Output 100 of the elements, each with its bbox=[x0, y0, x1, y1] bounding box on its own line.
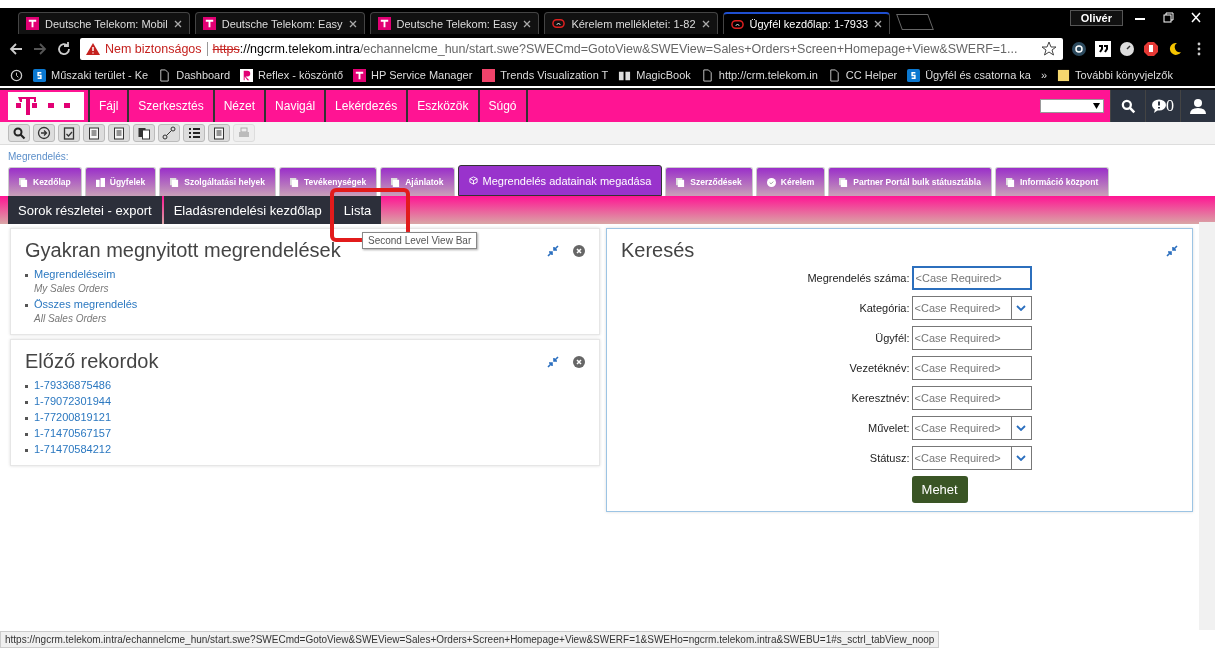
screen-tab[interactable]: Szolgáltatási helyek bbox=[159, 167, 276, 196]
telekom-logo-icon bbox=[353, 68, 366, 82]
screen-tab[interactable]: Kérelem bbox=[755, 167, 826, 196]
view-tab[interactable]: Sorok részletei - export bbox=[8, 196, 162, 224]
check-circle-icon bbox=[766, 177, 776, 187]
stop-hand-icon[interactable] bbox=[1143, 41, 1159, 57]
profile-button[interactable]: Olivér bbox=[1069, 10, 1123, 26]
toolbar-button[interactable] bbox=[33, 124, 55, 142]
breadcrumb: Megrendelés: bbox=[7, 150, 70, 164]
input-field[interactable]: <Case Required> bbox=[911, 356, 1032, 380]
toolbar-button[interactable] bbox=[133, 124, 155, 142]
collapse-icon[interactable] bbox=[547, 355, 559, 368]
bookmark[interactable]: MagicBook bbox=[636, 69, 691, 81]
close-icon[interactable] bbox=[523, 19, 532, 28]
dropdown[interactable] bbox=[1040, 99, 1104, 113]
search-button[interactable] bbox=[1110, 90, 1145, 122]
pages-icon bbox=[676, 177, 686, 187]
close-icon[interactable] bbox=[348, 19, 357, 28]
folder-icon bbox=[1057, 68, 1071, 82]
input-field[interactable]: <Case Required> bbox=[911, 266, 1032, 290]
screen-tab[interactable]: Ügyfelek bbox=[84, 167, 157, 196]
bookmark[interactable]: HP Service Manager bbox=[371, 69, 473, 81]
user-button[interactable] bbox=[1180, 90, 1215, 122]
toolbar-button[interactable] bbox=[108, 124, 130, 142]
history-icon[interactable] bbox=[10, 68, 23, 82]
warning-icon bbox=[86, 43, 100, 55]
link-subtitle: All Sales Orders bbox=[34, 313, 108, 324]
toolbar-button[interactable] bbox=[208, 124, 230, 142]
link[interactable]: Összes megrendelés bbox=[34, 298, 138, 310]
toolbar-button[interactable] bbox=[8, 124, 30, 142]
close-icon[interactable] bbox=[701, 19, 710, 28]
toolbar-button[interactable] bbox=[58, 124, 80, 142]
reload-icon[interactable] bbox=[56, 41, 72, 57]
bookmark[interactable]: Trends Visualization T bbox=[500, 69, 609, 81]
dropdown-field[interactable]: <Case Required> bbox=[911, 296, 1012, 320]
close-icon[interactable] bbox=[874, 20, 883, 28]
record-link[interactable]: 1-79072301944 bbox=[34, 395, 112, 407]
panel-title: Előző rekordok bbox=[25, 350, 159, 373]
close-icon[interactable] bbox=[173, 19, 182, 28]
extension-icon[interactable] bbox=[1071, 41, 1087, 57]
list-icon bbox=[187, 126, 201, 140]
field-label: Művelet: bbox=[866, 422, 910, 434]
view-tab[interactable]: Eladásrendelési kezdőlap bbox=[163, 196, 332, 224]
quote-icon[interactable] bbox=[1095, 41, 1111, 57]
dropdown-field[interactable]: <Case Required> bbox=[911, 416, 1012, 440]
screen-tab[interactable]: Partner Portál bulk státusztábla bbox=[828, 167, 992, 196]
toolbar-button[interactable] bbox=[83, 124, 105, 142]
bookmark[interactable]: Dashboard bbox=[176, 69, 231, 81]
record-link[interactable]: 1-77200819121 bbox=[34, 411, 112, 423]
browser-tab[interactable]: Ügyfél kezdőlap: 1-7933 bbox=[722, 12, 891, 34]
bookmark[interactable]: Műszaki terület - Ke bbox=[51, 69, 149, 81]
toolbar-button[interactable] bbox=[183, 124, 205, 142]
gauge-icon[interactable] bbox=[1119, 41, 1135, 57]
go-button[interactable]: Mehet bbox=[911, 476, 968, 503]
screen-tab[interactable]: Kezdőlap bbox=[8, 167, 82, 196]
screen-tab[interactable]: Ajánlatok bbox=[380, 167, 455, 196]
field-label: Ügyfél: bbox=[874, 332, 910, 344]
notifications-button[interactable]: 0 bbox=[1145, 90, 1180, 122]
moon-icon[interactable] bbox=[1167, 41, 1183, 57]
screen-tab[interactable]: Információ központ bbox=[994, 167, 1110, 196]
collapse-icon[interactable] bbox=[547, 244, 559, 257]
dropdown-button[interactable] bbox=[1011, 416, 1032, 440]
bookmark[interactable]: CC Helper bbox=[845, 69, 898, 81]
more-bookmarks-button[interactable]: » bbox=[1040, 69, 1048, 81]
new-tab-button[interactable] bbox=[896, 14, 935, 30]
sharepoint-icon bbox=[907, 68, 921, 82]
back-icon[interactable] bbox=[8, 41, 24, 57]
input-field[interactable]: <Case Required> bbox=[911, 326, 1032, 350]
panel-title: Gyakran megnyitott megrendelések bbox=[25, 239, 341, 262]
bookmark-folder[interactable]: További könyvjelzők bbox=[1075, 69, 1173, 81]
scrollbar[interactable] bbox=[1199, 222, 1215, 630]
view-tab[interactable]: Lista bbox=[333, 196, 382, 224]
tab-title: Kérelem mellékletei: 1-82 bbox=[571, 17, 696, 30]
link[interactable]: Megrendeléseim bbox=[34, 268, 116, 280]
record-link[interactable]: 1-71470584212 bbox=[34, 443, 112, 455]
browser-tab[interactable]: Deutsche Telekom: Easy bbox=[194, 12, 365, 34]
address-bar[interactable]: Nem biztonságos https://ngcrm.telekom.intra/echannelcme_hun/start.swe?SWECmd=GotoView&SWEView=Sales+Orders+Screen+Homepage+View&SWERF=1... bbox=[80, 38, 1063, 60]
screen-tab[interactable]: Szerződések bbox=[665, 167, 753, 196]
input-field[interactable]: <Case Required> bbox=[911, 386, 1032, 410]
collapse-icon[interactable] bbox=[1166, 244, 1178, 257]
star-icon[interactable] bbox=[1041, 41, 1057, 57]
bookmark[interactable]: Reflex - köszöntő bbox=[258, 69, 343, 81]
dropdown-button[interactable] bbox=[1011, 296, 1032, 320]
screen-tab[interactable]: Megrendelés adatainak megadása bbox=[457, 165, 663, 196]
dropdown-field[interactable]: <Case Required> bbox=[911, 446, 1012, 470]
browser-tab[interactable]: Deutsche Telekom: Easy bbox=[369, 12, 540, 34]
bookmark[interactable]: Ügyfél és csatorna ka bbox=[925, 69, 1031, 81]
square-icon bbox=[482, 68, 496, 82]
record-link[interactable]: 1-79336875486 bbox=[34, 379, 112, 391]
bookmark[interactable]: http://crm.telekom.in bbox=[718, 69, 818, 81]
forward-icon[interactable] bbox=[32, 41, 48, 57]
browser-tab[interactable]: Kérelem mellékletei: 1-82 bbox=[544, 12, 718, 34]
tab-title: Deutsche Telekom: Easy bbox=[221, 17, 343, 30]
page-icon bbox=[827, 68, 841, 82]
sharepoint-icon bbox=[33, 68, 46, 82]
browser-tab[interactable]: Deutsche Telekom: Mobil bbox=[18, 12, 190, 34]
search-icon bbox=[12, 126, 26, 140]
record-link[interactable]: 1-71470567157 bbox=[34, 427, 112, 439]
screen-tab[interactable]: Tevékenységek bbox=[279, 167, 378, 196]
dropdown-button[interactable] bbox=[1011, 446, 1032, 470]
